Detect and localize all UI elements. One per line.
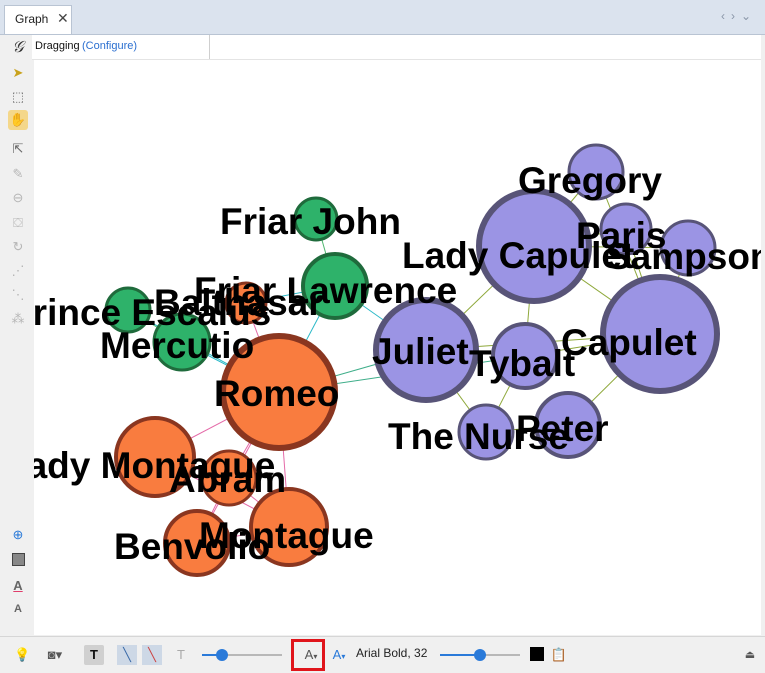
show-edge-labels-icon[interactable]: T [171,645,191,665]
pencil-icon[interactable]: ✎ [8,164,28,184]
lightbulb-icon[interactable]: 💡 [14,645,30,665]
left-toolbar: 𝒢 ➤ ⬚ ✋ ⇱ ✎ ⊖ ⛋ ↻ ⋰ ⋱ ⁂ ⊕ A A [4,35,32,635]
node-label-mercutio: Mercutio [100,325,254,366]
graph-window: Graph ✕ ‹›⌄ 𝒢 ➤ ⬚ ✋ ⇱ ✎ ⊖ ⛋ ↻ ⋰ ⋱ ⁂ ⊕ A … [0,0,765,673]
edge-color-icon[interactable]: ╲ [142,645,162,665]
configure-link[interactable]: (Configure) [82,40,137,52]
bottom-toolbar: 💡 ◙▾ T ╲ ╲ T A▾ A▾ Arial Bold, 32 📋 ⏏ [0,636,765,673]
tab-title: Graph [15,12,49,26]
add-edge-icon[interactable]: ⋱ [8,285,28,305]
properties-bar: Dragging (Configure) [32,35,761,60]
graph-canvas[interactable]: Gregory Paris Sampson Lady Capulet Capulet Ju… [34,60,761,635]
node-label-tybalt: Tybalt [469,343,575,384]
close-icon[interactable]: ✕ [57,10,69,27]
chevron-down-icon[interactable]: ⌄ [741,9,757,23]
background-color-icon[interactable] [8,552,28,572]
slider-knob[interactable] [474,649,486,661]
drag-hand-icon[interactable]: ✋ [8,110,28,130]
node-label-benvolio: Benvolio [114,526,270,567]
show-edges-icon[interactable]: ╲ [117,645,137,665]
label-color-swatch[interactable] [530,647,544,661]
add-node-icon[interactable]: ⋰ [8,261,28,281]
eject-icon[interactable]: ⏏ [742,645,758,665]
chevron-right-icon[interactable]: › [731,9,741,23]
label-size-slider[interactable] [440,649,520,661]
show-node-labels-icon[interactable]: T [84,645,104,665]
node-label-juliet: Juliet [372,331,469,372]
graph-svg[interactable]: GregoryParisSampsonLady CapuletCapuletJu… [34,60,761,635]
size-icon[interactable]: ⊖ [8,188,28,208]
label-color-icon[interactable]: A [8,576,28,596]
slider-knob[interactable] [216,649,228,661]
clipboard-icon[interactable]: 📋 [550,645,568,665]
tab-navigation[interactable]: ‹›⌄ [721,9,757,23]
rotate-icon[interactable]: ↻ [8,237,28,257]
node-label-friar-john: Friar John [220,201,401,242]
screenshot-icon[interactable]: ◙▾ [40,645,70,665]
node-label-balthasar: Balthasar [154,282,323,323]
label-size-icon[interactable]: A [8,599,28,619]
font-label: Arial Bold, 32 [356,646,428,660]
zoom-fit-icon[interactable]: ⊕ [8,525,28,545]
node-label-gregory: Gregory [518,160,662,201]
pointer-icon[interactable]: ➤ [8,63,28,83]
rectangle-selection-icon[interactable]: ⬚ [8,87,28,107]
tab-bar: Graph ✕ ‹›⌄ [0,0,765,35]
divider [209,35,210,59]
edge-scale-slider[interactable] [202,649,282,661]
tab-graph[interactable]: Graph ✕ [4,5,72,34]
chevron-left-icon[interactable]: ‹ [721,9,731,23]
tool-mode-label: Dragging [35,40,80,52]
node-label-romeo: Romeo [214,373,339,414]
paint-bucket-icon[interactable]: ⛋ [8,213,28,233]
node-label-capulet: Capulet [561,322,697,363]
highlight-box [291,639,325,671]
shortest-path-icon[interactable]: ⁂ [8,309,28,329]
node-label-nurse: The Nurse [388,416,569,457]
edit-pointer-icon[interactable]: ⇱ [8,139,28,159]
gephi-logo-icon: 𝒢 [12,37,24,56]
font-button[interactable]: A▾ [330,645,348,665]
node-label-abram: Abram [169,459,286,500]
